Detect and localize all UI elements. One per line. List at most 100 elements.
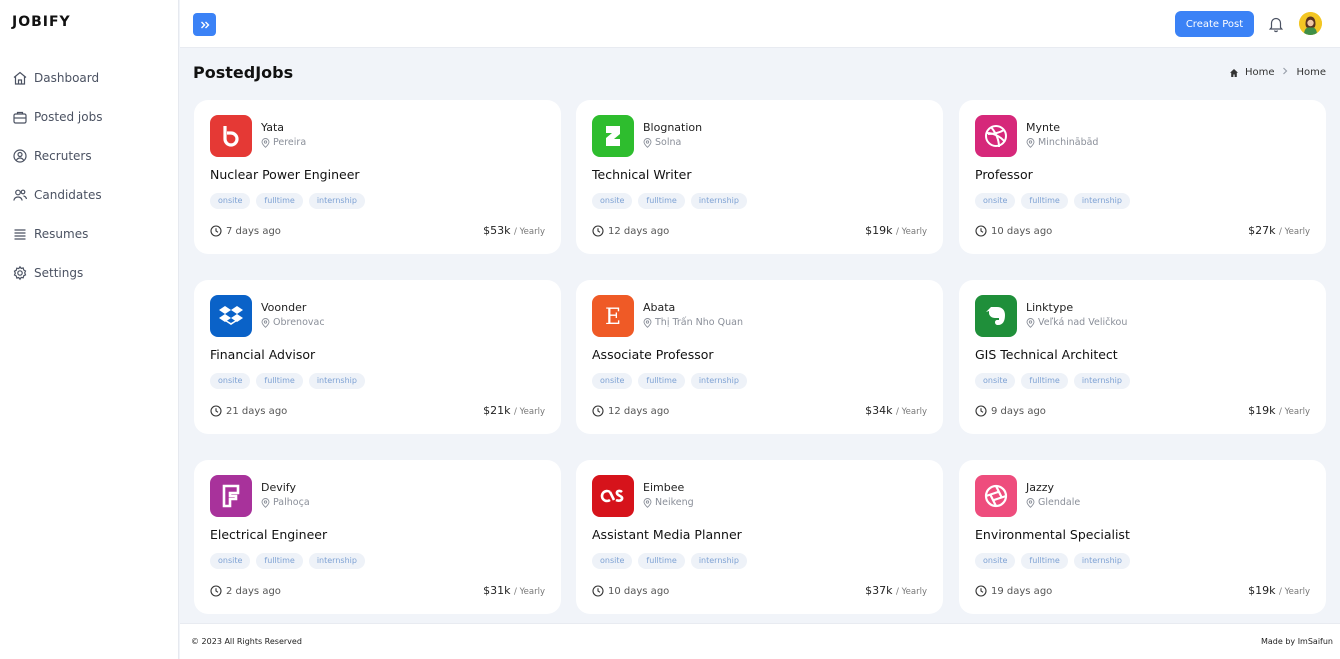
job-tags: onsite fulltime internship <box>210 193 365 209</box>
job-tags: onsite fulltime internship <box>592 373 747 389</box>
company-name[interactable]: Devify <box>261 481 296 494</box>
gear-icon <box>12 265 28 281</box>
sidebar-item-label: Recruters <box>34 148 92 163</box>
posted-time-text: 10 days ago <box>991 225 1053 237</box>
salary-period: / Yearly <box>896 407 927 417</box>
salary-amount: $19k <box>1248 584 1276 597</box>
job-tag: onsite <box>975 193 1016 209</box>
job-card[interactable]: Yata Pereira Nuclear Power Engineer onsi… <box>194 100 561 254</box>
job-tag: onsite <box>592 373 633 389</box>
job-card[interactable]: Devify Palhoça Electrical Engineer onsit… <box>194 460 561 614</box>
sidebar-item-candidates[interactable]: Candidates <box>0 175 179 214</box>
posted-time-text: 12 days ago <box>608 225 670 237</box>
job-tag: onsite <box>210 553 251 569</box>
job-title[interactable]: GIS Technical Architect <box>975 347 1118 362</box>
job-location: Veľká nad Veličkou <box>1026 317 1127 328</box>
job-tag: internship <box>690 193 747 209</box>
job-title[interactable]: Assistant Media Planner <box>592 527 742 542</box>
location-text: Solna <box>655 137 682 148</box>
sidebar-item-dashboard[interactable]: Dashboard <box>0 58 179 97</box>
job-card[interactable]: Linktype Veľká nad Veličkou GIS Technica… <box>959 280 1326 434</box>
sidebar: JOBIFY Dashboard Posted jobs Recruters C… <box>0 0 179 659</box>
breadcrumb-home-link[interactable]: Home <box>1245 67 1275 78</box>
company-name[interactable]: Eimbee <box>643 481 684 494</box>
job-card[interactable]: Voonder Obrenovac Financial Advisor onsi… <box>194 280 561 434</box>
sidebar-item-posted-jobs[interactable]: Posted jobs <box>0 97 179 136</box>
job-card[interactable]: Eimbee Neikeng Assistant Media Planner o… <box>576 460 943 614</box>
posted-time: 21 days ago <box>210 405 287 417</box>
clock-icon <box>975 225 987 237</box>
posted-time: 12 days ago <box>592 225 669 237</box>
job-tags: onsite fulltime internship <box>592 193 747 209</box>
job-card[interactable]: Mynte Minchinābād Professor onsite fullti… <box>959 100 1326 254</box>
brand-logo[interactable]: JOBIFY <box>12 14 71 30</box>
job-tag: fulltime <box>256 193 303 209</box>
job-tag: fulltime <box>256 553 303 569</box>
user-circle-icon <box>12 148 28 164</box>
sidebar-item-label: Candidates <box>34 187 102 202</box>
clock-icon <box>975 585 987 597</box>
job-tag: internship <box>308 373 365 389</box>
sidebar-item-settings[interactable]: Settings <box>0 253 179 292</box>
job-title[interactable]: Nuclear Power Engineer <box>210 167 360 182</box>
copyright-text: © 2023 All Rights Reserved <box>191 637 302 646</box>
company-name[interactable]: Blognation <box>643 121 702 134</box>
company-logo <box>210 295 252 337</box>
company-logo <box>210 475 252 517</box>
job-tag: internship <box>308 553 365 569</box>
posted-time: 7 days ago <box>210 225 281 237</box>
job-tag: fulltime <box>256 373 303 389</box>
job-tag: fulltime <box>1021 373 1068 389</box>
posted-time-text: 9 days ago <box>991 405 1046 417</box>
job-title[interactable]: Professor <box>975 167 1033 182</box>
credit-text: Made by ImSaifun <box>1260 637 1333 646</box>
location-text: Neikeng <box>655 497 694 508</box>
job-tag: fulltime <box>1021 193 1068 209</box>
sidebar-item-label: Resumes <box>34 226 89 241</box>
job-card[interactable]: Blognation Solna Technical Writer onsite… <box>576 100 943 254</box>
create-post-button[interactable]: Create Post <box>1175 11 1254 37</box>
clock-icon <box>592 585 604 597</box>
job-tag: fulltime <box>638 553 685 569</box>
company-name[interactable]: Mynte <box>1026 121 1060 134</box>
job-card[interactable]: Jazzy Glendale Environmental Specialist … <box>959 460 1326 614</box>
salary-amount: $19k <box>1248 404 1276 417</box>
clock-icon <box>210 405 222 417</box>
salary: $19k / Yearly <box>865 224 927 237</box>
company-name[interactable]: Voonder <box>261 301 306 314</box>
salary-period: / Yearly <box>896 227 927 237</box>
salary: $27k / Yearly <box>1248 224 1310 237</box>
avatar[interactable] <box>1299 12 1322 35</box>
job-tag: internship <box>308 193 365 209</box>
bell-icon[interactable] <box>1268 15 1284 33</box>
job-title[interactable]: Environmental Specialist <box>975 527 1130 542</box>
job-location: Obrenovac <box>261 317 325 328</box>
sidebar-toggle-button[interactable] <box>193 13 216 36</box>
posted-time: 9 days ago <box>975 405 1046 417</box>
company-logo <box>592 475 634 517</box>
posted-time: 12 days ago <box>592 405 669 417</box>
page-title: PostedJobs <box>193 63 294 82</box>
sidebar-item-recruters[interactable]: Recruters <box>0 136 179 175</box>
company-name[interactable]: Jazzy <box>1026 481 1054 494</box>
job-title[interactable]: Associate Professor <box>592 347 714 362</box>
job-location: Neikeng <box>643 497 694 508</box>
company-name[interactable]: Abata <box>643 301 675 314</box>
job-location: Glendale <box>1026 497 1080 508</box>
company-name[interactable]: Linktype <box>1026 301 1073 314</box>
salary-amount: $53k <box>483 224 511 237</box>
job-title[interactable]: Electrical Engineer <box>210 527 327 542</box>
salary-amount: $31k <box>483 584 511 597</box>
job-tag: onsite <box>592 193 633 209</box>
job-tags: onsite fulltime internship <box>210 373 365 389</box>
salary-period: / Yearly <box>1279 407 1310 417</box>
company-name[interactable]: Yata <box>261 121 284 134</box>
job-title[interactable]: Technical Writer <box>592 167 692 182</box>
home-icon <box>1229 68 1238 77</box>
job-tags: onsite fulltime internship <box>975 193 1130 209</box>
job-location: Thị Trấn Nho Quan <box>643 317 743 328</box>
home-icon <box>12 70 28 86</box>
job-title[interactable]: Financial Advisor <box>210 347 315 362</box>
sidebar-item-resumes[interactable]: Resumes <box>0 214 179 253</box>
job-card[interactable]: E Abata Thị Trấn Nho Quan Associate Prof… <box>576 280 943 434</box>
